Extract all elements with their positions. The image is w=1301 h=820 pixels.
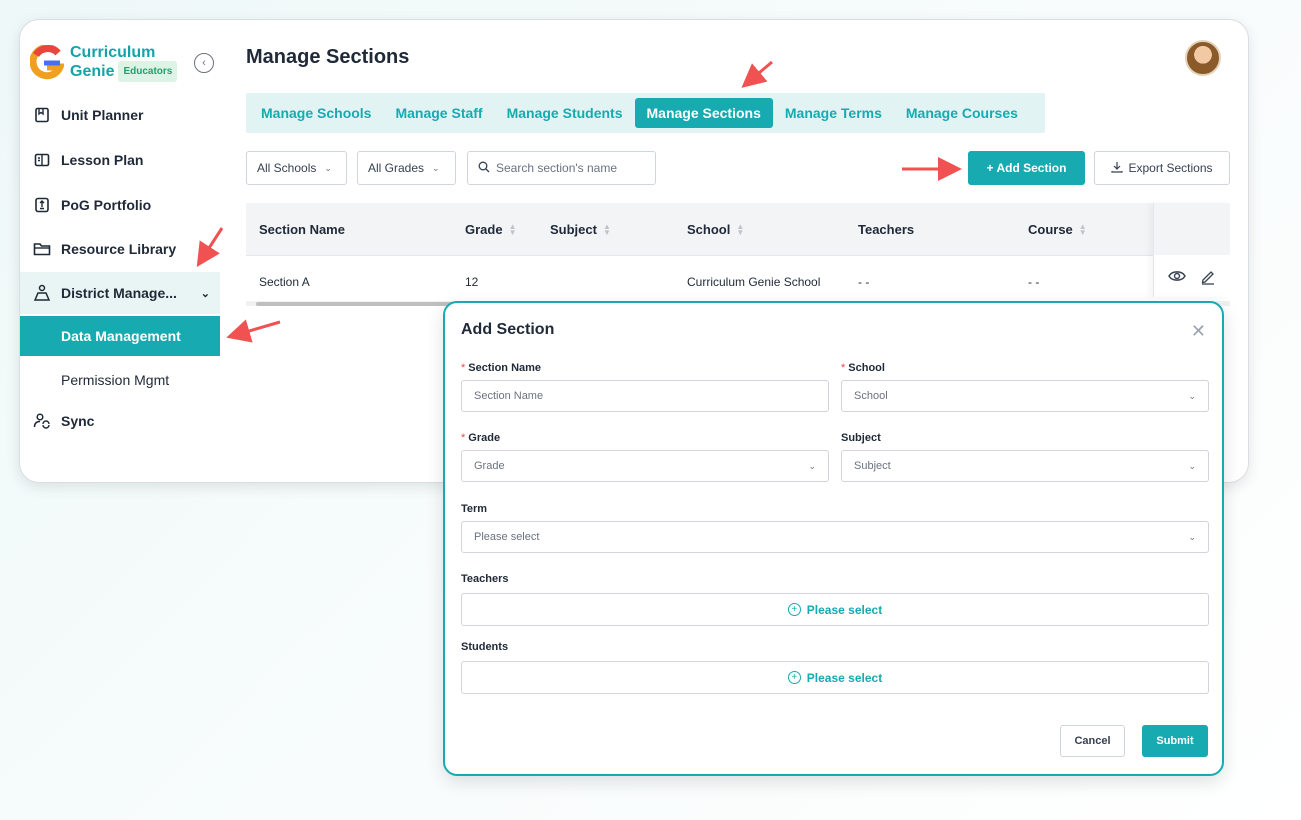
arrow-to-district <box>196 227 224 268</box>
arrow-to-data-management <box>226 319 281 343</box>
arrow-to-sections-tab <box>741 60 773 88</box>
annotation-arrows <box>196 60 962 343</box>
